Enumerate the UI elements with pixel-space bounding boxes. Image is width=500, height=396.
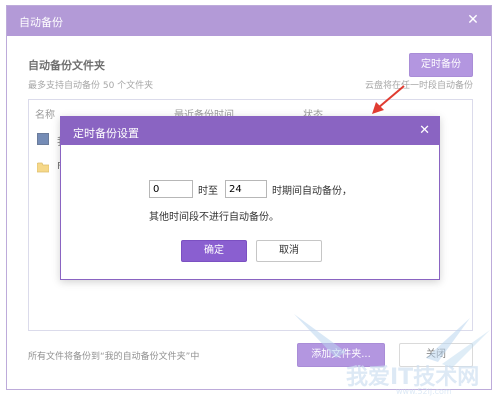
note-text: 其他时间段不进行自动备份。: [149, 212, 279, 223]
end-hour-input[interactable]: [225, 180, 267, 198]
start-hour-input[interactable]: [149, 180, 193, 198]
to-label: 时至: [198, 186, 218, 197]
dialog-titlebar: 定时备份设置 ✕: [61, 117, 439, 145]
cancel-button[interactable]: 取消: [256, 240, 322, 262]
watermark-logo: 我爱IT技术网 www.52ij.com: [294, 314, 490, 396]
sentence-end-label: 时期间自动备份，: [272, 186, 352, 197]
schedule-dialog: 定时备份设置 ✕ 时至 时期间自动备份， 其他时间段不进行自动备份。 确定 取消: [60, 116, 440, 280]
dialog-title: 定时备份设置: [73, 127, 139, 140]
ok-button[interactable]: 确定: [181, 240, 247, 262]
watermark-url: www.52ij.com: [396, 387, 452, 396]
dialog-close-icon[interactable]: ✕: [419, 123, 430, 138]
